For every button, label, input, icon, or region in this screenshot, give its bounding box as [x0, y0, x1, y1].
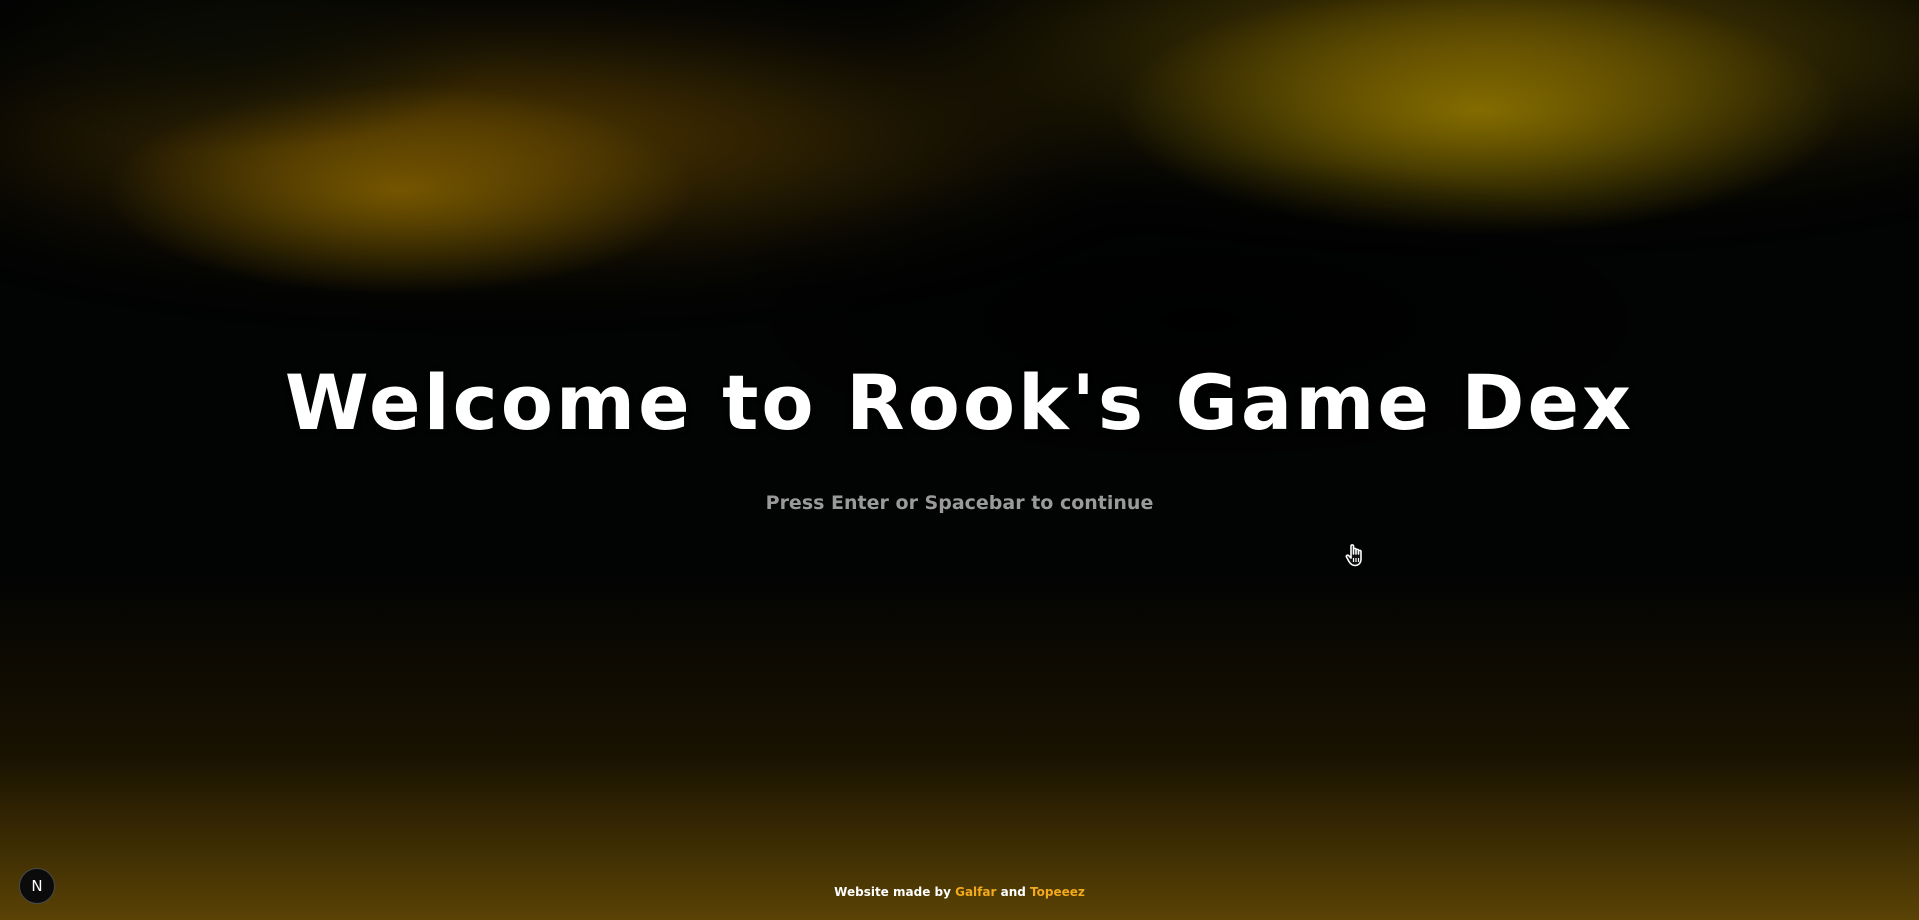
footer-prefix: Website made by	[834, 885, 951, 899]
welcome-screen[interactable]: Welcome to Rook's Game Dex Press Enter o…	[0, 0, 1919, 920]
background-glow	[0, 0, 1919, 400]
footer-credits: Website made by Galfar and Topeeez	[0, 885, 1919, 899]
continue-prompt: Press Enter or Spacebar to continue	[765, 492, 1154, 514]
background-shadow	[0, 0, 1919, 920]
hand-pointer-icon	[1342, 540, 1372, 570]
author-link-galfar[interactable]: Galfar	[955, 885, 996, 899]
author-link-topeeez[interactable]: Topeeez	[1030, 885, 1085, 899]
footer-connector: and	[1000, 885, 1026, 899]
page-title: Welcome to Rook's Game Dex	[284, 358, 1635, 447]
